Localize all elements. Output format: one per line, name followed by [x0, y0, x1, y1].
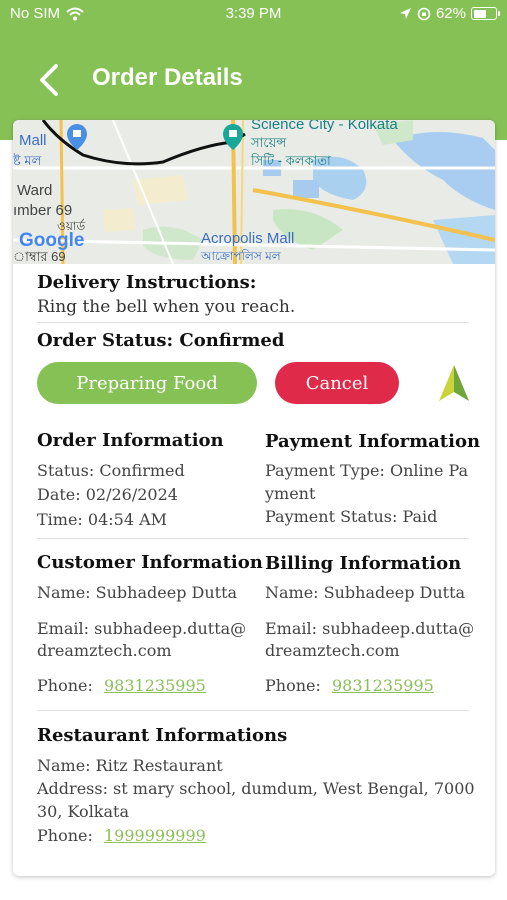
page-title: Order Details — [92, 64, 243, 91]
navigation-arrow-icon[interactable] — [437, 363, 471, 403]
map-label-science-city: Science City - Kolkata — [251, 120, 398, 133]
restaurant-address-line-1: Address: st mary school, dumdum, West Be… — [37, 779, 475, 798]
billing-phone-link[interactable]: 9831235995 — [332, 676, 434, 695]
order-information-heading: Order Information — [37, 430, 224, 451]
divider — [37, 710, 469, 711]
restaurant-address-line-2: 30, Kolkata — [37, 802, 130, 821]
customer-name-value: Name: Subhadeep Dutta — [37, 583, 238, 602]
restaurant-phone-label: Phone: — [37, 826, 93, 845]
cancel-button[interactable]: Cancel — [275, 362, 399, 404]
customer-phone-label: Phone: — [37, 676, 93, 695]
billing-name-value: Name: Subhadeep Dutta — [265, 583, 466, 602]
map-label-acropolis-bn: আক্রোপলিস মল — [201, 249, 281, 263]
customer-email-line-1: Email: subhadeep.dutta@ — [37, 619, 247, 638]
order-status-heading: Order Status: Confirmed — [37, 330, 285, 351]
google-logo: Google — [19, 230, 85, 251]
payment-type-line-1: Payment Type: Online Pa — [265, 461, 469, 480]
delivery-instructions-text: Ring the bell when you reach. — [37, 297, 296, 317]
status-bar: No SIM 3:39 PM 62% — [0, 0, 507, 30]
status-right: 62% — [399, 5, 500, 22]
preparing-food-button[interactable]: Preparing Food — [37, 362, 257, 404]
order-details-card: Science City - Kolkata সায়েন্স সিটি - ক… — [13, 120, 495, 876]
map-label-science-city-bn-2: সিটি - কলকাতা — [251, 153, 331, 168]
billing-phone-label: Phone: — [265, 676, 321, 695]
customer-information-heading: Customer Information — [37, 552, 263, 573]
customer-phone-link[interactable]: 9831235995 — [104, 676, 206, 695]
payment-type-line-2: yment — [265, 484, 316, 503]
battery-fill — [473, 9, 486, 18]
map-label-acropolis: Acropolis Mall — [201, 230, 295, 247]
customer-email-line-2: dreamztech.com — [37, 641, 172, 660]
payment-status-value: Payment Status: Paid — [265, 507, 438, 526]
nav-bar: Order Details — [0, 52, 507, 108]
divider — [37, 538, 469, 539]
restaurant-information-heading: Restaurant Informations — [37, 725, 288, 746]
map-label-mall: Mall — [19, 132, 47, 149]
divider — [37, 322, 469, 323]
back-arrow-icon[interactable] — [34, 62, 68, 98]
billing-email-line-1: Email: subhadeep.dutta@ — [265, 619, 475, 638]
map-label-mall-bn: ষ্ট মল — [13, 153, 42, 168]
restaurant-phone-link[interactable]: 1999999999 — [104, 826, 206, 845]
billing-information-heading: Billing Information — [265, 553, 462, 574]
battery-icon — [471, 7, 500, 20]
restaurant-name-value: Name: Ritz Restaurant — [37, 756, 223, 775]
delivery-map[interactable]: Science City - Kolkata সায়েন্স সিটি - ক… — [13, 120, 495, 264]
order-status-value: Status: Confirmed — [37, 461, 185, 480]
battery-percent: 62% — [435, 5, 466, 22]
billing-email-line-2: dreamztech.com — [265, 641, 400, 660]
location-arrow-icon — [399, 8, 411, 19]
app-header: No SIM 3:39 PM 62% Order Details — [0, 0, 507, 140]
payment-information-heading: Payment Information — [265, 431, 481, 452]
orientation-lock-icon — [417, 7, 431, 20]
order-date-value: Date: 02/26/2024 — [37, 485, 178, 504]
order-time-value: Time: 04:54 AM — [37, 510, 168, 529]
map-label-ward: Ward — [17, 182, 53, 199]
map-label-ward-number: ımber 69 — [13, 202, 73, 219]
delivery-instructions-heading: Delivery Instructions: — [37, 272, 257, 293]
